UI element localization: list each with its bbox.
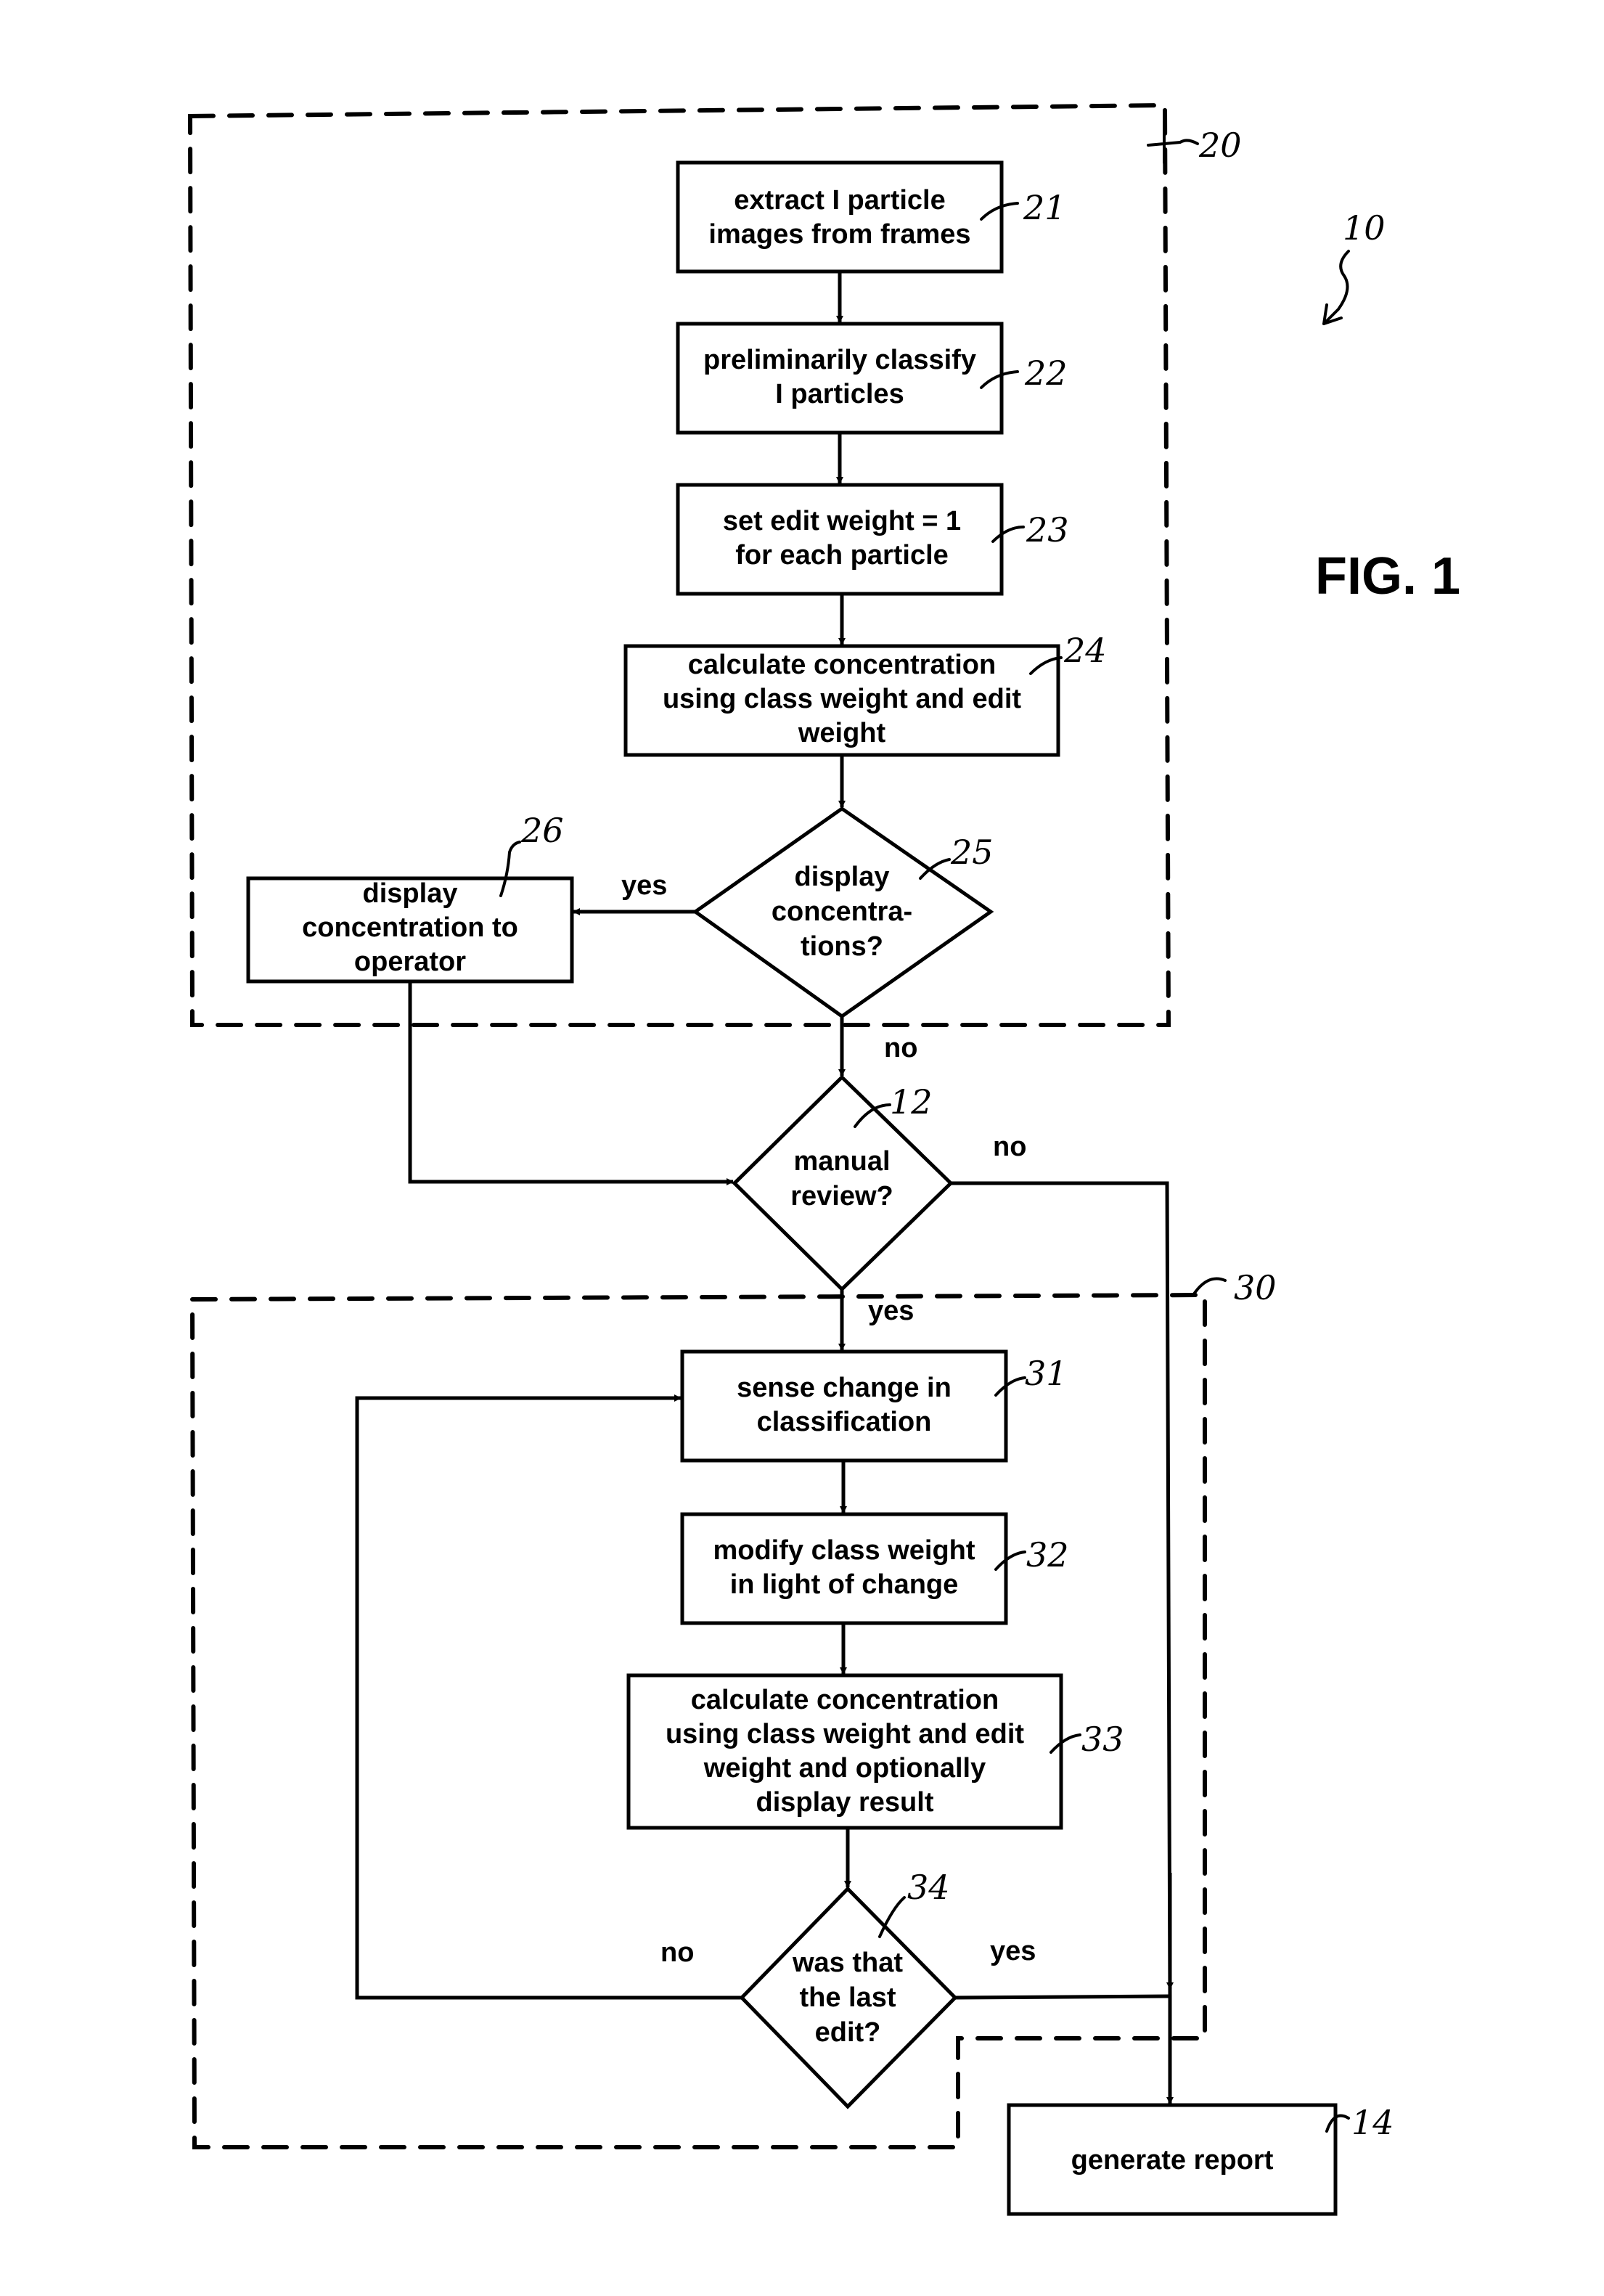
ref-12: 12	[890, 1082, 933, 1122]
node-21-box	[676, 160, 1004, 274]
edge-label-34-yes: yes	[990, 1936, 1036, 1966]
ref-20: 20	[1198, 126, 1242, 165]
node-14-label: generate report	[1071, 2145, 1274, 2176]
edge-label-12-yes: yes	[868, 1296, 914, 1326]
node-23-box	[676, 483, 1004, 596]
node-31-box	[680, 1349, 1008, 1463]
edge-label-34-no: no	[660, 1937, 694, 1968]
edge-label-25-no: no	[884, 1033, 917, 1063]
ref-26: 26	[520, 811, 564, 850]
ref-23: 23	[1026, 510, 1069, 550]
ref-14: 14	[1351, 2103, 1394, 2142]
node-22-box	[676, 322, 1004, 435]
node-32-box	[680, 1512, 1008, 1625]
ref-32: 32	[1026, 1535, 1069, 1574]
ref-22: 22	[1024, 354, 1068, 393]
ref-30: 30	[1234, 1268, 1277, 1307]
edge-label-25-yes: yes	[621, 870, 667, 901]
ref-21: 21	[1023, 188, 1066, 227]
ref-33: 33	[1081, 1720, 1124, 1759]
ref-24: 24	[1063, 631, 1107, 670]
ref-31: 31	[1025, 1354, 1068, 1393]
ref-10: 10	[1343, 208, 1386, 248]
ref-34: 34	[907, 1868, 950, 1907]
edge-label-12-no: no	[993, 1132, 1026, 1162]
figure-caption: FIG. 1	[1315, 547, 1460, 605]
ref-10-arrow-icon	[1322, 250, 1350, 325]
flowchart-canvas: extract I particle images from frames pre…	[187, 102, 1460, 2216]
ref-25: 25	[950, 833, 994, 872]
